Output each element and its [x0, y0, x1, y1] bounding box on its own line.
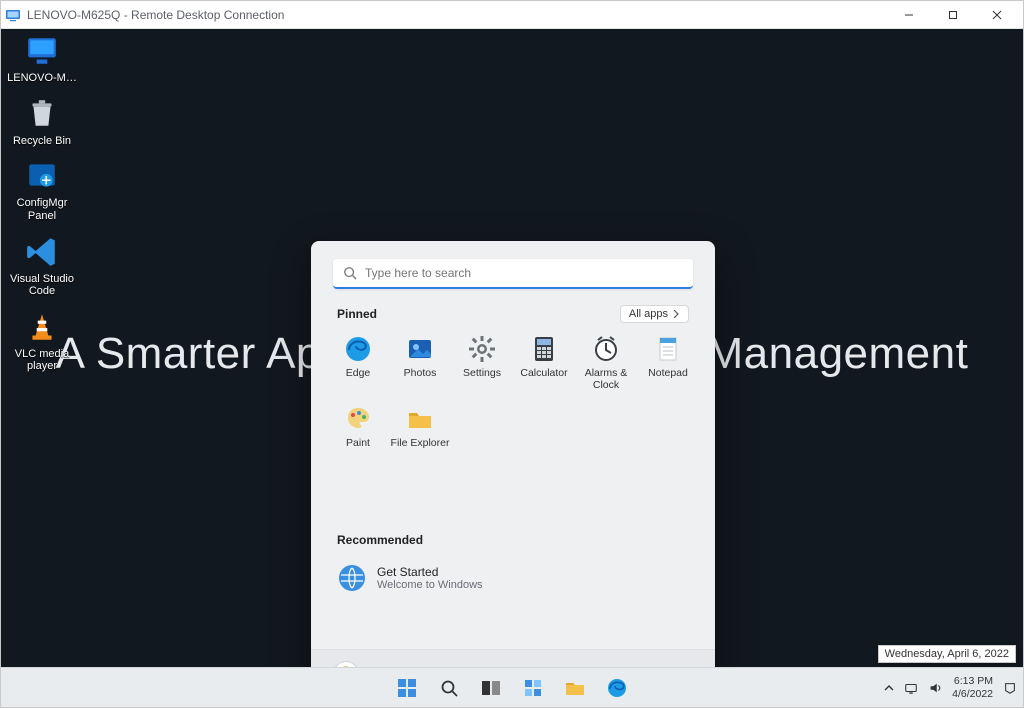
pinned-label: Notepad [648, 367, 688, 379]
get-started-icon [337, 563, 367, 593]
start-search[interactable] [333, 259, 693, 289]
chevron-right-icon [672, 310, 680, 318]
network-icon[interactable] [904, 681, 918, 695]
power-button[interactable] [663, 659, 693, 668]
pinned-label: Paint [346, 437, 370, 449]
start-button[interactable] [389, 672, 425, 704]
start-footer: ConfigMgr Admin [311, 649, 715, 667]
vlc-icon [25, 310, 59, 344]
desktop-icon-label: LENOVO-M… [7, 72, 77, 85]
volume-icon[interactable] [928, 681, 942, 695]
folder-icon [406, 405, 434, 433]
recommended-subtitle: Welcome to Windows [377, 579, 483, 591]
configmgr-icon [25, 159, 59, 193]
desktop-icon-recycle-bin[interactable]: Recycle Bin [6, 97, 78, 148]
taskbar-edge[interactable] [599, 672, 635, 704]
notepad-icon [654, 335, 682, 363]
taskbar-center [389, 672, 635, 704]
search-icon [440, 679, 458, 697]
desktop-icon-label: Recycle Bin [13, 135, 71, 148]
pinned-label: Settings [463, 367, 501, 379]
maximize-button[interactable] [931, 1, 975, 29]
trash-icon [25, 97, 59, 131]
search-icon [343, 266, 357, 280]
minimize-button[interactable] [887, 1, 931, 29]
notifications-icon[interactable] [1003, 681, 1017, 695]
pinned-label: Photos [404, 367, 437, 379]
system-tray: 6:13 PM 4/6/2022 [884, 675, 1017, 699]
pinned-app-file-explorer[interactable]: File Explorer [389, 401, 451, 463]
desktop-icons: LENOVO-M… Recycle Bin ConfigMgr Panel Vi… [6, 34, 78, 373]
gear-icon [468, 335, 496, 363]
desktop-icon-vlc[interactable]: VLC media player [6, 310, 78, 373]
all-apps-button[interactable]: All apps [620, 305, 689, 323]
clock-date: 4/6/2022 [952, 688, 993, 700]
photos-icon [406, 335, 434, 363]
pinned-label: File Explorer [391, 437, 450, 449]
start-menu: Pinned All apps Edge Photos Settings [311, 241, 715, 667]
date-tooltip: Wednesday, April 6, 2022 [878, 645, 1016, 663]
pinned-label: Alarms & Clock [575, 367, 637, 391]
desktop-icon-this-pc[interactable]: LENOVO-M… [6, 34, 78, 85]
edge-icon [344, 335, 372, 363]
rdp-titlebar: LENOVO-M625Q - Remote Desktop Connection [1, 1, 1023, 29]
rdp-icon [5, 7, 21, 23]
pinned-app-alarms[interactable]: Alarms & Clock [575, 331, 637, 393]
pinned-app-paint[interactable]: Paint [327, 401, 389, 463]
recommended-list: Get Started Welcome to Windows [311, 551, 715, 601]
pinned-app-notepad[interactable]: Notepad [637, 331, 699, 393]
rdp-title: LENOVO-M625Q - Remote Desktop Connection [27, 8, 284, 22]
desktop-icon-vscode[interactable]: Visual Studio Code [6, 235, 78, 298]
recommended-heading: Recommended [337, 533, 423, 547]
monitor-icon [25, 34, 59, 68]
taskbar-search[interactable] [431, 672, 467, 704]
rdp-window: LENOVO-M625Q - Remote Desktop Connection… [0, 0, 1024, 708]
desktop-icon-label: VLC media player [6, 348, 78, 373]
taskview-icon [481, 679, 501, 697]
taskbar-task-view[interactable] [473, 672, 509, 704]
start-search-input[interactable] [365, 266, 683, 280]
recommended-get-started[interactable]: Get Started Welcome to Windows [337, 559, 689, 597]
desktop-icon-label: ConfigMgr Panel [6, 197, 78, 222]
palette-icon [344, 405, 372, 433]
taskbar-file-explorer[interactable] [557, 672, 593, 704]
tray-overflow-button[interactable] [884, 683, 894, 693]
clock-time: 6:13 PM [952, 675, 993, 687]
pinned-label: Edge [346, 367, 371, 379]
pinned-app-edge[interactable]: Edge [327, 331, 389, 393]
recommended-title: Get Started [377, 565, 483, 579]
close-button[interactable] [975, 1, 1019, 29]
remote-desktop[interactable]: A Smarter Approach to Systems Management… [1, 29, 1023, 667]
taskbar: 6:13 PM 4/6/2022 [1, 667, 1023, 707]
pinned-grid: Edge Photos Settings Calculator Alarms &… [311, 327, 715, 463]
pinned-app-photos[interactable]: Photos [389, 331, 451, 393]
clock-icon [592, 335, 620, 363]
taskbar-widgets[interactable] [515, 672, 551, 704]
desktop-icon-configmgr[interactable]: ConfigMgr Panel [6, 159, 78, 222]
folder-icon [564, 679, 586, 697]
edge-icon [607, 678, 627, 698]
desktop-icon-label: Visual Studio Code [6, 273, 78, 298]
windows-icon [396, 677, 418, 699]
taskbar-clock[interactable]: 6:13 PM 4/6/2022 [952, 675, 993, 699]
calculator-icon [530, 335, 558, 363]
pinned-app-settings[interactable]: Settings [451, 331, 513, 393]
vscode-icon [25, 235, 59, 269]
pinned-label: Calculator [520, 367, 567, 379]
widgets-icon [523, 678, 543, 698]
pinned-heading: Pinned [337, 307, 377, 321]
all-apps-label: All apps [629, 308, 668, 320]
pinned-app-calculator[interactable]: Calculator [513, 331, 575, 393]
